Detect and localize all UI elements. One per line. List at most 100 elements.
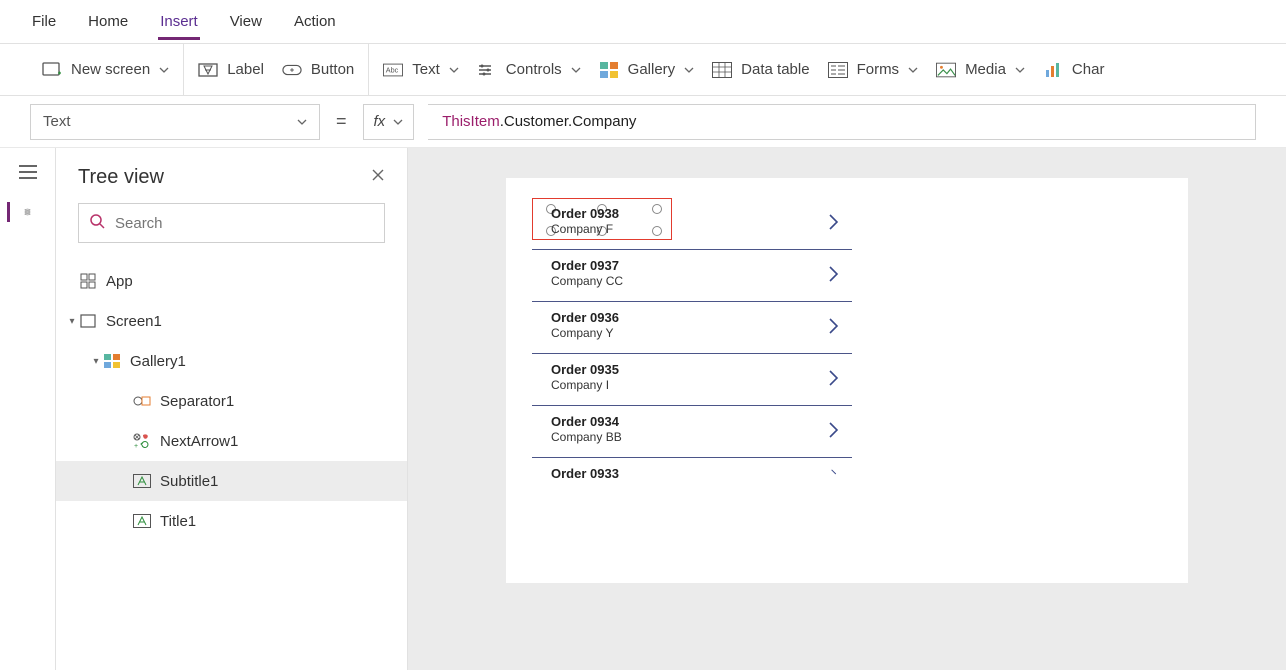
chevron-down-icon	[908, 65, 918, 75]
gallery-row[interactable]: Order 0937 Company CC	[532, 250, 852, 302]
tree-view-panel: Tree view App ▾ Screen	[56, 148, 408, 670]
caret-down-icon[interactable]: ▾	[66, 316, 78, 327]
chevron-right-icon[interactable]	[828, 212, 840, 232]
menu-bar: File Home Insert View Action	[0, 0, 1286, 44]
screen-icon	[42, 60, 62, 80]
tree-node-app-label: App	[106, 273, 133, 290]
tree-node-title1[interactable]: Title1	[56, 501, 407, 541]
gallery-row[interactable]: Order 0936 Company Y	[532, 302, 852, 354]
chevron-down-icon	[159, 65, 169, 75]
app-preview[interactable]: Order 0938 Company F Order 0937 Company …	[506, 178, 1188, 583]
nextarrow-icon: +	[132, 431, 152, 451]
tree-view-rail-icon[interactable]	[7, 202, 31, 222]
controls-dropdown-label: Controls	[506, 61, 562, 78]
chart-icon	[1043, 60, 1063, 80]
button-icon	[282, 60, 302, 80]
chevron-right-icon[interactable]	[828, 420, 840, 440]
screen-icon	[78, 311, 98, 331]
chevron-right-icon[interactable]	[828, 316, 840, 336]
tree-node-gallery1-label: Gallery1	[130, 353, 186, 370]
text-dropdown[interactable]: Abc Text	[383, 60, 459, 80]
gallery-row[interactable]: Order 0935 Company I	[532, 354, 852, 406]
charts-dropdown-label: Char	[1072, 61, 1105, 78]
gallery-row[interactable]: Order 0934 Company BB	[532, 406, 852, 458]
formula-input[interactable]: ThisItem.Customer.Company	[428, 104, 1256, 140]
table-icon	[712, 60, 732, 80]
controls-dropdown[interactable]: Controls	[477, 60, 581, 80]
tree-node-separator1-label: Separator1	[160, 393, 234, 410]
canvas-area: Order 0938 Company F Order 0937 Company …	[408, 148, 1286, 670]
chevron-right-icon[interactable]	[828, 264, 840, 284]
separator-icon	[132, 391, 152, 411]
close-icon[interactable]	[371, 168, 385, 187]
chevron-down-icon	[297, 117, 307, 127]
menu-action[interactable]: Action	[292, 3, 338, 40]
label-label: Label	[227, 61, 264, 78]
media-dropdown[interactable]: Media	[936, 60, 1025, 80]
left-rail	[0, 148, 56, 670]
fx-dropdown[interactable]: fx	[363, 104, 415, 140]
app-icon	[78, 271, 98, 291]
search-box[interactable]	[78, 203, 385, 243]
svg-text:+: +	[134, 443, 138, 449]
label-icon	[198, 60, 218, 80]
fx-label: fx	[374, 113, 386, 130]
gallery-icon	[599, 60, 619, 80]
resize-handle[interactable]	[652, 204, 662, 214]
search-icon	[89, 213, 105, 234]
gallery-row-subtitle: Company F	[551, 222, 613, 236]
gallery-row-title: Order 0934	[551, 414, 619, 429]
gallery-row-subtitle: Company BB	[551, 430, 622, 444]
tree-node-nextarrow1[interactable]: + NextArrow1	[56, 421, 407, 461]
button-control-button[interactable]: Button	[282, 60, 354, 80]
chevron-right-icon[interactable]	[828, 468, 840, 480]
chevron-down-icon	[393, 117, 403, 127]
label-button[interactable]: Label	[198, 60, 264, 80]
search-input[interactable]	[115, 215, 374, 232]
new-screen-button[interactable]: New screen	[42, 60, 169, 80]
menu-file[interactable]: File	[30, 3, 58, 40]
ribbon: New screen Label Button Abc Text	[0, 44, 1286, 96]
menu-home[interactable]: Home	[86, 3, 130, 40]
controls-icon	[477, 60, 497, 80]
new-screen-label: New screen	[71, 61, 150, 78]
forms-dropdown-label: Forms	[857, 61, 900, 78]
menu-view[interactable]: View	[228, 3, 264, 40]
gallery-row-title: Order 0938	[551, 206, 619, 221]
tree-node-screen1-label: Screen1	[106, 313, 162, 330]
tree-node-nextarrow1-label: NextArrow1	[160, 433, 238, 450]
tree-node-subtitle1[interactable]: Subtitle1	[56, 461, 407, 501]
tree-node-screen1[interactable]: ▾ Screen1	[56, 301, 407, 341]
tree-node-separator1[interactable]: Separator1	[56, 381, 407, 421]
caret-down-icon[interactable]: ▾	[90, 356, 102, 367]
gallery-row[interactable]: Order 0938 Company F	[532, 198, 852, 250]
label-icon	[132, 511, 152, 531]
gallery-row-title: Order 0935	[551, 362, 619, 377]
gallery-row-subtitle: Company I	[551, 378, 609, 392]
gallery-dropdown[interactable]: Gallery	[599, 60, 695, 80]
formula-token-thisitem: ThisItem	[442, 113, 500, 130]
menu-insert[interactable]: Insert	[158, 3, 200, 40]
text-icon: Abc	[383, 60, 403, 80]
resize-handle[interactable]	[652, 226, 662, 236]
data-table-button[interactable]: Data table	[712, 60, 809, 80]
chevron-down-icon	[684, 65, 694, 75]
gallery-row-subtitle: Company CC	[551, 274, 623, 288]
gallery-row-title: Order 0933	[551, 466, 619, 481]
chevron-right-icon[interactable]	[828, 368, 840, 388]
chevron-down-icon	[449, 65, 459, 75]
button-control-label: Button	[311, 61, 354, 78]
charts-dropdown[interactable]: Char	[1043, 60, 1105, 80]
tree-node-app[interactable]: App	[56, 261, 407, 301]
svg-text:Abc: Abc	[386, 65, 399, 74]
forms-dropdown[interactable]: Forms	[828, 60, 919, 80]
gallery-row[interactable]: Order 0933	[532, 458, 852, 488]
hamburger-icon[interactable]	[16, 162, 40, 182]
data-table-label: Data table	[741, 61, 809, 78]
gallery-icon	[102, 351, 122, 371]
property-dropdown[interactable]: Text	[30, 104, 320, 140]
gallery-row-title: Order 0936	[551, 310, 619, 325]
tree-node-gallery1[interactable]: ▾ Gallery1	[56, 341, 407, 381]
forms-icon	[828, 60, 848, 80]
gallery-preview[interactable]: Order 0938 Company F Order 0937 Company …	[532, 198, 852, 488]
